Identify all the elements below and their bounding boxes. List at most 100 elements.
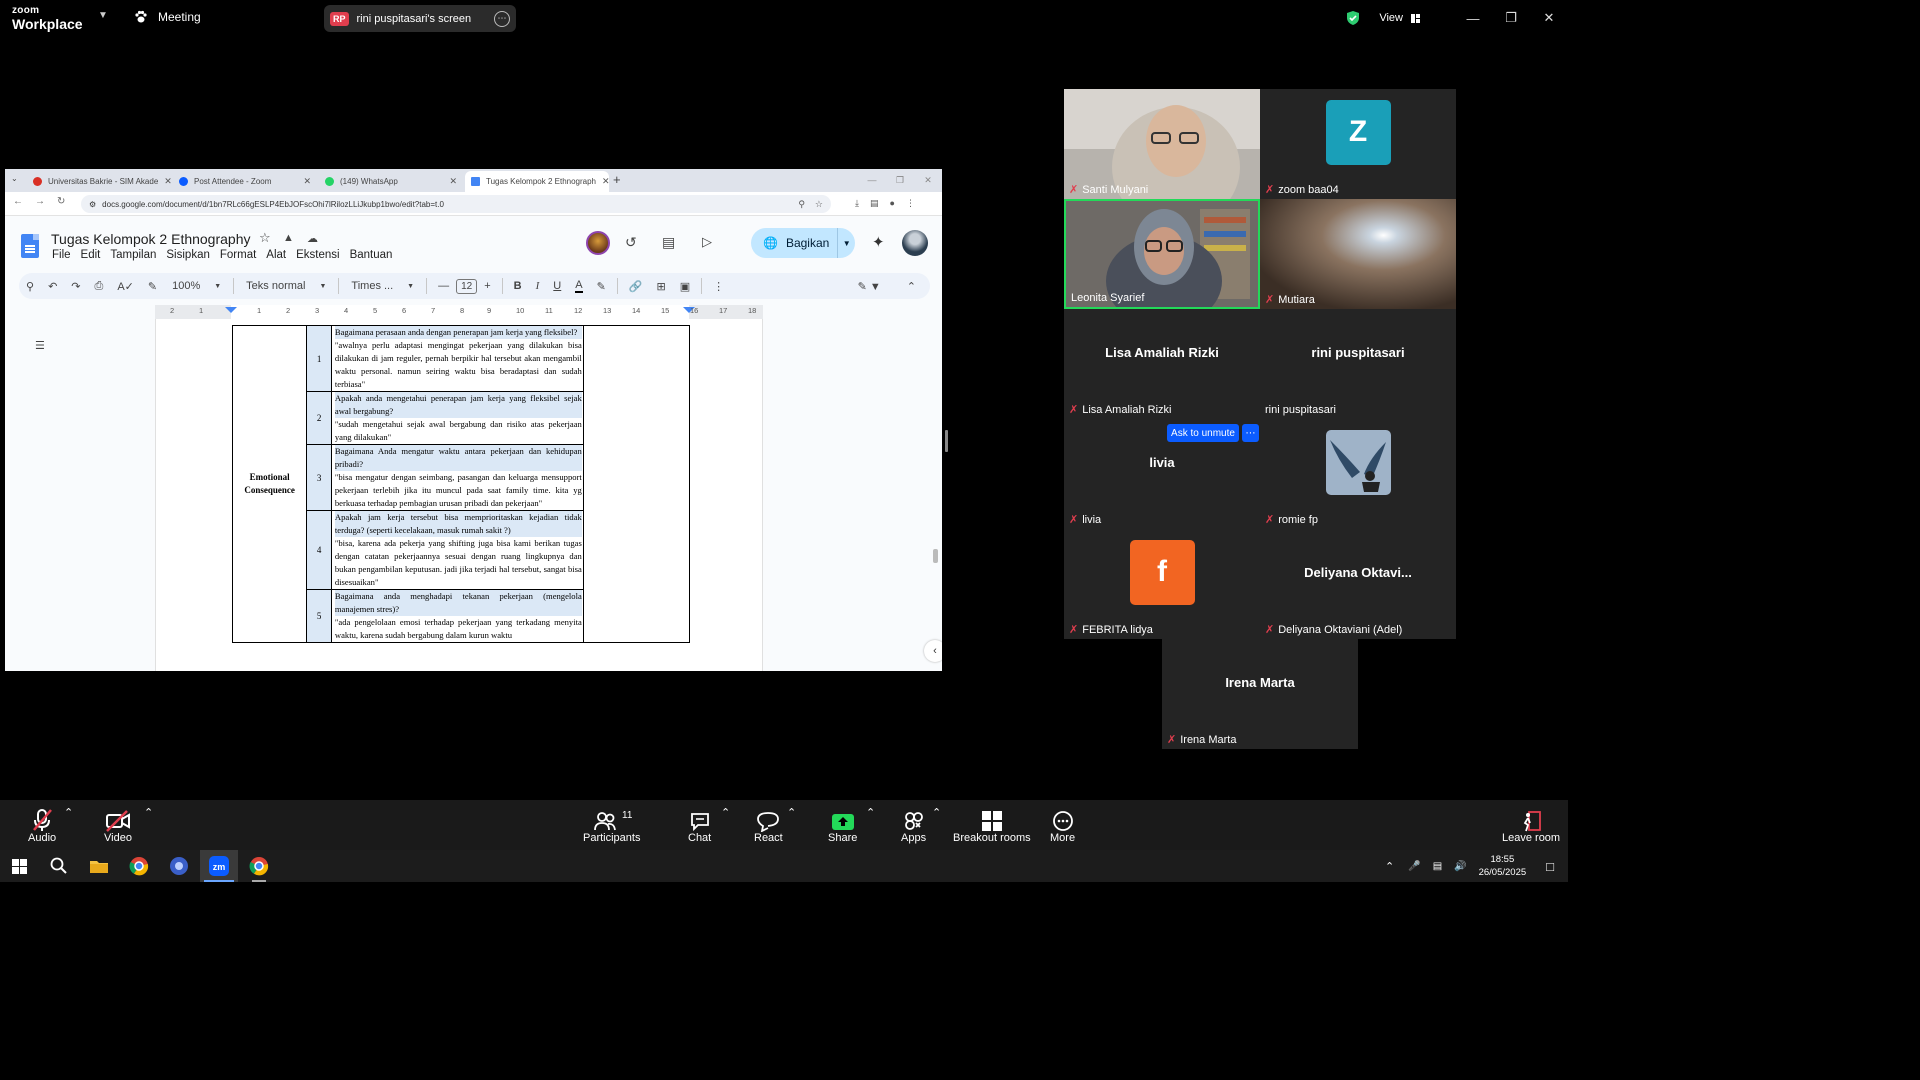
move-folder-icon[interactable]: ▲ <box>283 232 294 244</box>
participant-tile-zoom-baa04[interactable]: Z ✗ zoom baa04 <box>1260 89 1456 199</box>
participant-tile-romie[interactable]: ✗ romie fp <box>1260 419 1456 529</box>
horizontal-ruler[interactable]: 2 1 1 2 3 4 5 6 7 8 9 10 11 12 13 14 15 … <box>155 305 763 319</box>
audio-button[interactable]: Audio <box>28 806 56 844</box>
tray-chevron-up-icon[interactable]: ⌃ <box>1385 860 1394 873</box>
account-avatar[interactable] <box>902 230 928 256</box>
network-icon[interactable]: ▤ <box>1433 861 1442 872</box>
tab-close-icon[interactable]: ✕ <box>303 176 311 187</box>
zoom-lens-icon[interactable]: ⚲ <box>798 199 805 210</box>
tab-close-icon[interactable]: ✕ <box>164 176 172 187</box>
menu-format[interactable]: Format <box>220 249 256 261</box>
more-tools-icon[interactable]: ⋮ <box>713 280 724 293</box>
participant-tile-rini[interactable]: rini puspitasari rini puspitasari <box>1260 309 1456 419</box>
leave-room-button[interactable]: Leave room <box>1502 806 1560 844</box>
view-button[interactable]: View <box>1379 12 1420 24</box>
zoom-taskbar-icon[interactable]: zm <box>200 850 238 882</box>
document-outline-icon[interactable]: ☰ <box>35 339 45 352</box>
qa-cell[interactable]: Apakah jam kerja tersebut bisa mempriori… <box>330 510 584 590</box>
participant-more-icon[interactable]: ⋯ <box>1242 424 1259 442</box>
chat-options-chevron-icon[interactable]: ⌃ <box>721 806 730 819</box>
browser-tab-zoom[interactable]: Post Attendee - Zoom ✕ <box>173 171 317 192</box>
participant-tile-santi[interactable]: ✗ Santi Mulyani <box>1064 89 1260 199</box>
star-icon[interactable]: ☆ <box>259 230 271 246</box>
extensions-icon[interactable]: ▤ <box>870 198 879 209</box>
text-color-icon[interactable]: A <box>575 279 583 293</box>
video-button[interactable]: Video <box>104 806 132 844</box>
browser-tab-whatsapp[interactable]: (149) WhatsApp ✕ <box>319 171 463 192</box>
tab-search-icon[interactable]: ⌄ <box>11 174 18 183</box>
gemini-sparkle-icon[interactable]: ✦ <box>872 233 885 251</box>
meet-camera-icon[interactable]: ▷ <box>702 234 712 250</box>
hide-menus-chevron-up-icon[interactable]: ⌃ <box>907 280 916 293</box>
reload-icon[interactable]: ↻ <box>57 196 65 207</box>
react-button[interactable]: React <box>754 806 783 844</box>
tab-close-icon[interactable]: ✕ <box>449 176 457 187</box>
new-tab-icon[interactable]: + <box>613 172 621 187</box>
share-button[interactable]: 🌐 Bagikan ▼ <box>751 228 855 258</box>
menu-insert[interactable]: Sisipkan <box>166 249 209 261</box>
qa-cell[interactable]: Apakah anda mengetahui penerapan jam ker… <box>330 391 584 445</box>
document-page[interactable]: Emotional Consequence 1 Bagaimana perasa… <box>155 319 763 671</box>
tab-close-icon[interactable]: ✕ <box>602 176 610 187</box>
decrease-font-icon[interactable]: — <box>438 280 449 292</box>
restore-icon[interactable]: ❐ <box>1492 0 1530 36</box>
scrollbar-thumb[interactable] <box>933 549 938 563</box>
insert-link-icon[interactable]: 🔗 <box>629 280 643 293</box>
side-panel-toggle-icon[interactable]: ‹ <box>924 640 942 662</box>
browser-tab-docs[interactable]: Tugas Kelompok 2 Ethnograph ✕ <box>465 171 610 192</box>
address-bar[interactable]: ⚙ docs.google.com/document/d/1bn7RLc66gE… <box>81 195 831 213</box>
add-comment-icon[interactable]: ⊞ <box>657 280 666 293</box>
minimize-icon[interactable]: — <box>1454 0 1492 36</box>
minimize-icon[interactable]: — <box>858 169 886 192</box>
browser-tab-sim[interactable]: Universitas Bakrie - SIM Akade ✕ <box>27 171 172 192</box>
bold-icon[interactable]: B <box>514 280 522 292</box>
docs-logo-icon[interactable] <box>21 234 39 258</box>
version-history-icon[interactable]: ↺ <box>625 234 637 251</box>
react-options-chevron-icon[interactable]: ⌃ <box>787 806 796 819</box>
bookmark-star-icon[interactable]: ☆ <box>815 199 823 210</box>
zoom-select[interactable]: 100% ▼ <box>172 280 221 292</box>
meeting-menu[interactable]: Meeting <box>134 10 201 24</box>
collaborator-avatar[interactable] <box>586 231 610 255</box>
document-title[interactable]: Tugas Kelompok 2 Ethnography <box>51 231 251 247</box>
download-icon[interactable]: ⤓ <box>855 198 859 209</box>
windows-start-icon[interactable] <box>0 850 38 882</box>
microphone-icon[interactable]: 🎤 <box>1408 861 1420 872</box>
apps-options-chevron-icon[interactable]: ⌃ <box>932 806 941 819</box>
search-menus-icon[interactable]: ⚲ <box>26 280 34 293</box>
forward-icon[interactable]: → <box>35 196 45 207</box>
site-info-icon[interactable]: ⚙ <box>89 200 96 209</box>
taskbar-clock[interactable]: 18:55 26/05/2025 <box>1479 853 1527 879</box>
cloud-status-icon[interactable]: ☁ <box>307 232 318 245</box>
paint-format-icon[interactable]: ✎ <box>148 280 157 293</box>
chrome-taskbar-icon[interactable] <box>240 850 278 882</box>
participant-tile-febrita[interactable]: f ✗ FEBRITA lidya <box>1064 529 1260 639</box>
menu-edit[interactable]: Edit <box>81 249 101 261</box>
shield-icon[interactable] <box>1345 10 1361 26</box>
more-button[interactable]: More <box>1050 806 1075 844</box>
volume-icon[interactable]: 🔊 <box>1454 861 1466 872</box>
share-dropdown-icon[interactable]: ▼ <box>837 228 855 258</box>
screen-share-indicator[interactable]: RP rini puspitasari's screen ⋯ <box>324 5 516 32</box>
editing-mode-icon[interactable]: ✎ ▼ <box>858 280 881 293</box>
video-options-chevron-icon[interactable]: ⌃ <box>144 806 153 819</box>
ask-to-unmute-button[interactable]: Ask to unmute <box>1167 424 1239 442</box>
menu-file[interactable]: File <box>52 249 71 261</box>
menu-extensions[interactable]: Ekstensi <box>296 249 339 261</box>
qa-cell[interactable]: Bagaimana Anda mengatur waktu antara pek… <box>330 444 584 511</box>
close-icon[interactable]: ✕ <box>1530 0 1568 36</box>
close-icon[interactable]: ✕ <box>914 169 942 192</box>
comments-icon[interactable]: ▤ <box>662 234 675 251</box>
back-icon[interactable]: ← <box>13 196 23 207</box>
qa-cell[interactable]: Bagaimana anda menghadapi tekanan pekerj… <box>330 589 584 643</box>
italic-icon[interactable]: I <box>536 280 540 292</box>
profile-icon[interactable]: ● <box>890 198 895 209</box>
chat-button[interactable]: Chat <box>688 806 711 844</box>
highlight-icon[interactable]: ✎ <box>597 280 606 293</box>
panel-resize-handle[interactable] <box>945 430 948 452</box>
menu-help[interactable]: Bantuan <box>350 249 393 261</box>
participant-tile-mutiara[interactable]: ✗ Mutiara <box>1260 199 1456 309</box>
participant-tile-deliyana[interactable]: Deliyana Oktavi... ✗ Deliyana Oktaviani (… <box>1260 529 1456 639</box>
chrome-profile-icon[interactable] <box>160 850 198 882</box>
kebab-menu-icon[interactable]: ⋮ <box>906 198 915 209</box>
